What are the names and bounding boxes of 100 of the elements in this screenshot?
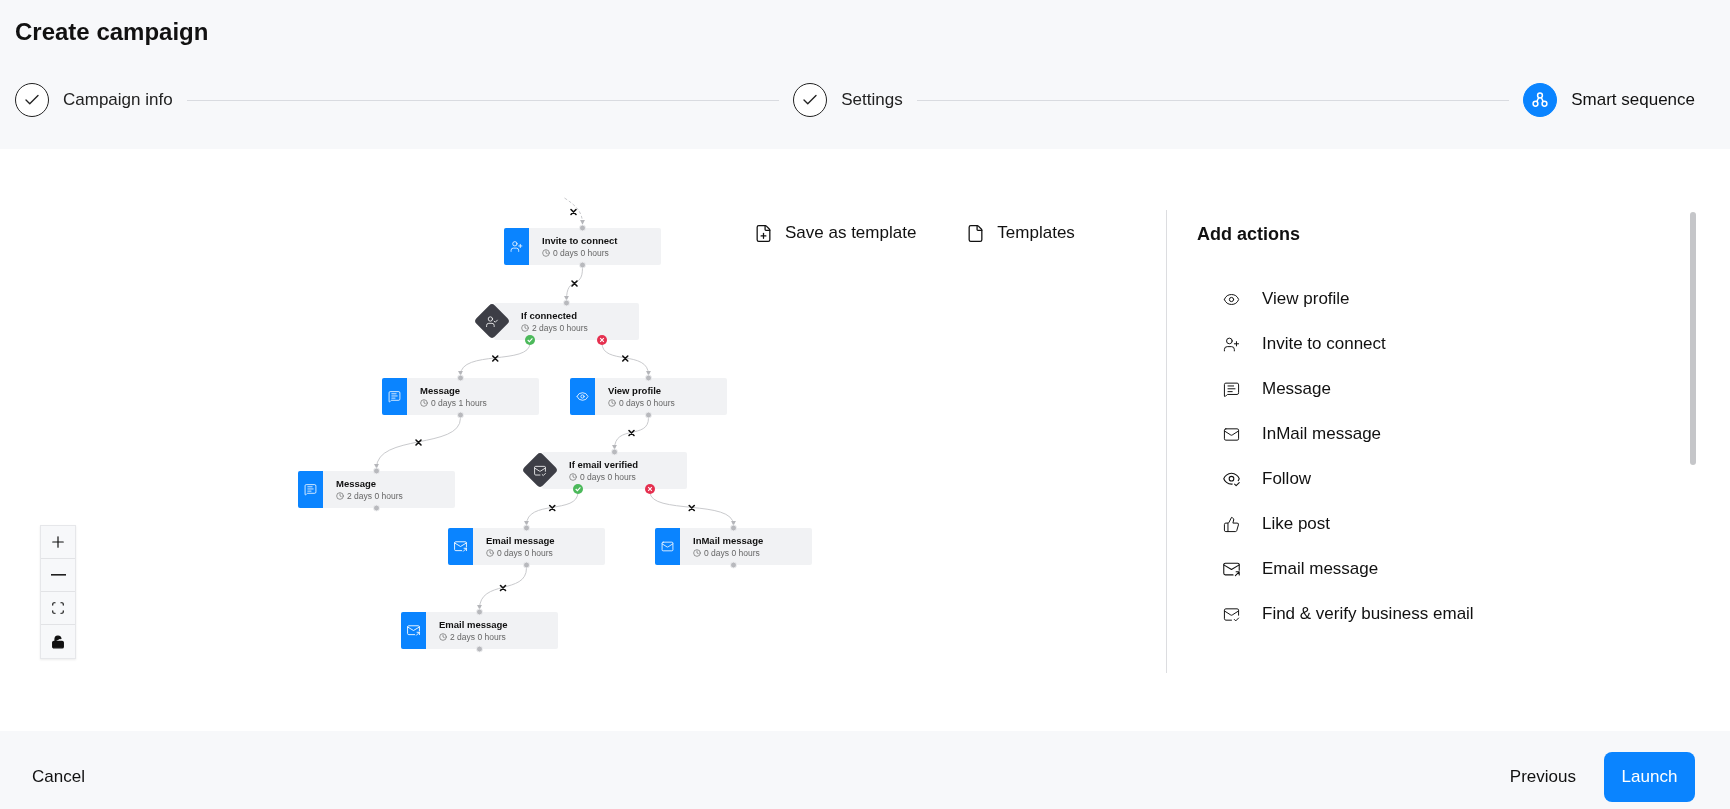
zoom-out-button[interactable]	[41, 559, 75, 592]
action-item[interactable]: InMail message	[1223, 421, 1690, 447]
action-item[interactable]: Follow	[1223, 466, 1690, 492]
action-item[interactable]: View profile	[1223, 286, 1690, 312]
clock-icon	[569, 473, 577, 481]
node-delay: 0 days 1 hours	[431, 398, 487, 408]
mail-arrow-icon	[407, 624, 420, 637]
cross-circle-icon[interactable]	[645, 484, 655, 494]
action-node[interactable]: View profile 0 days 0 hours	[570, 378, 727, 415]
action-label: Email message	[1262, 558, 1379, 580]
action-item[interactable]: Invite to connect	[1223, 331, 1690, 357]
check-icon[interactable]	[573, 484, 583, 494]
node-delay: 0 days 0 hours	[553, 248, 609, 258]
clock-icon	[693, 549, 701, 557]
cross-icon[interactable]	[621, 355, 629, 362]
cross-icon[interactable]	[491, 355, 499, 362]
mail-arrow-icon	[454, 540, 467, 553]
node-title: If email verified	[569, 459, 639, 470]
handle-dot[interactable]	[457, 411, 464, 419]
previous-button[interactable]: Previous	[1509, 761, 1576, 793]
action-node[interactable]: Message 0 days 1 hours	[382, 378, 539, 415]
cancel-button[interactable]: Cancel	[32, 761, 85, 793]
node-delay: 0 days 0 hours	[580, 472, 636, 482]
handle-dot[interactable]	[523, 524, 530, 532]
cross-icon[interactable]	[499, 584, 507, 592]
user-plus-icon	[510, 240, 523, 253]
action-label: Invite to connect	[1262, 333, 1386, 355]
cross-icon[interactable]	[571, 280, 578, 287]
action-node[interactable]: Email message 0 days 0 hours	[448, 528, 605, 565]
action-item[interactable]: Email message	[1223, 556, 1690, 582]
handle-dot[interactable]	[373, 504, 380, 512]
cross-icon[interactable]	[548, 504, 556, 512]
clock-icon	[486, 549, 494, 557]
cross-icon[interactable]	[688, 504, 696, 512]
step-label: Settings	[841, 90, 903, 110]
action-node[interactable]: InMail message 0 days 0 hours	[655, 528, 812, 565]
save-template-button[interactable]: Save as template	[754, 223, 917, 243]
handle-dot[interactable]	[730, 561, 737, 569]
mail-icon	[1223, 425, 1240, 443]
handle-dot[interactable]	[457, 374, 464, 382]
eye-icon	[576, 390, 589, 403]
handle-dot[interactable]	[645, 411, 652, 419]
launch-button[interactable]: Launch	[1604, 752, 1695, 802]
handle-dot[interactable]	[476, 608, 483, 616]
handle-dot[interactable]	[579, 261, 586, 269]
check-icon[interactable]	[525, 335, 535, 345]
handle-dot[interactable]	[611, 448, 618, 456]
action-label: Follow	[1262, 468, 1312, 490]
action-node[interactable]: Message 2 days 0 hours	[298, 471, 455, 508]
action-label: View profile	[1262, 288, 1350, 310]
action-node[interactable]: Email message 2 days 0 hours	[401, 612, 558, 649]
node-delay: 0 days 0 hours	[619, 398, 675, 408]
node-delay: 2 days 0 hours	[450, 632, 506, 642]
cross-icon[interactable]	[570, 208, 577, 216]
handle-dot[interactable]	[373, 467, 380, 475]
handle-dot[interactable]	[523, 561, 530, 569]
action-item[interactable]: Like post	[1223, 511, 1690, 537]
node-title: Invite to connect	[542, 235, 618, 246]
handle-dot[interactable]	[476, 645, 483, 653]
network-icon	[1531, 91, 1550, 109]
user-check-icon	[485, 314, 499, 328]
action-item[interactable]: Message	[1223, 376, 1690, 402]
action-label: Message	[1262, 378, 1331, 400]
clock-icon	[439, 633, 447, 641]
connector-line	[524, 491, 579, 526]
chat-icon	[388, 390, 401, 403]
node-title: InMail message	[693, 535, 764, 546]
cross-icon[interactable]	[415, 439, 422, 446]
node-title: Email message	[439, 619, 508, 630]
handle-dot[interactable]	[645, 374, 652, 382]
scrollbar-thumb[interactable]	[1690, 212, 1696, 465]
mail-icon	[661, 540, 674, 553]
cross-icon[interactable]	[628, 429, 635, 437]
action-item[interactable]: Find & verify business email	[1223, 601, 1690, 627]
condition-node[interactable]: If email verified 0 days 0 hours	[542, 452, 687, 489]
connector-line	[612, 417, 649, 450]
action-node[interactable]: Invite to connect 0 days 0 hours	[504, 228, 661, 265]
clock-icon	[608, 399, 616, 407]
connector-line	[459, 342, 531, 376]
cross-circle-icon[interactable]	[597, 335, 607, 345]
step-label: Smart sequence	[1571, 90, 1695, 110]
handle-dot[interactable]	[563, 299, 570, 307]
lock-button[interactable]	[41, 625, 75, 658]
condition-node[interactable]: If connected 2 days 0 hours	[494, 303, 639, 340]
mail-arrow-icon	[1223, 560, 1240, 578]
user-plus-icon	[1223, 335, 1240, 353]
minus-icon	[50, 574, 66, 576]
chat-icon	[304, 483, 317, 496]
node-delay: 2 days 0 hours	[532, 323, 588, 333]
handle-dot[interactable]	[730, 524, 737, 532]
plus-icon	[49, 533, 67, 551]
handle-dot[interactable]	[579, 224, 586, 232]
node-title: Message	[420, 385, 462, 396]
action-label: Find & verify business email	[1262, 603, 1474, 625]
zoom-in-button[interactable]	[41, 526, 75, 559]
chat-icon	[1223, 380, 1240, 398]
node-title: Message	[336, 478, 378, 489]
eye-check-icon	[1223, 470, 1240, 488]
connector-line	[601, 342, 651, 376]
templates-button[interactable]: Templates	[966, 223, 1075, 243]
